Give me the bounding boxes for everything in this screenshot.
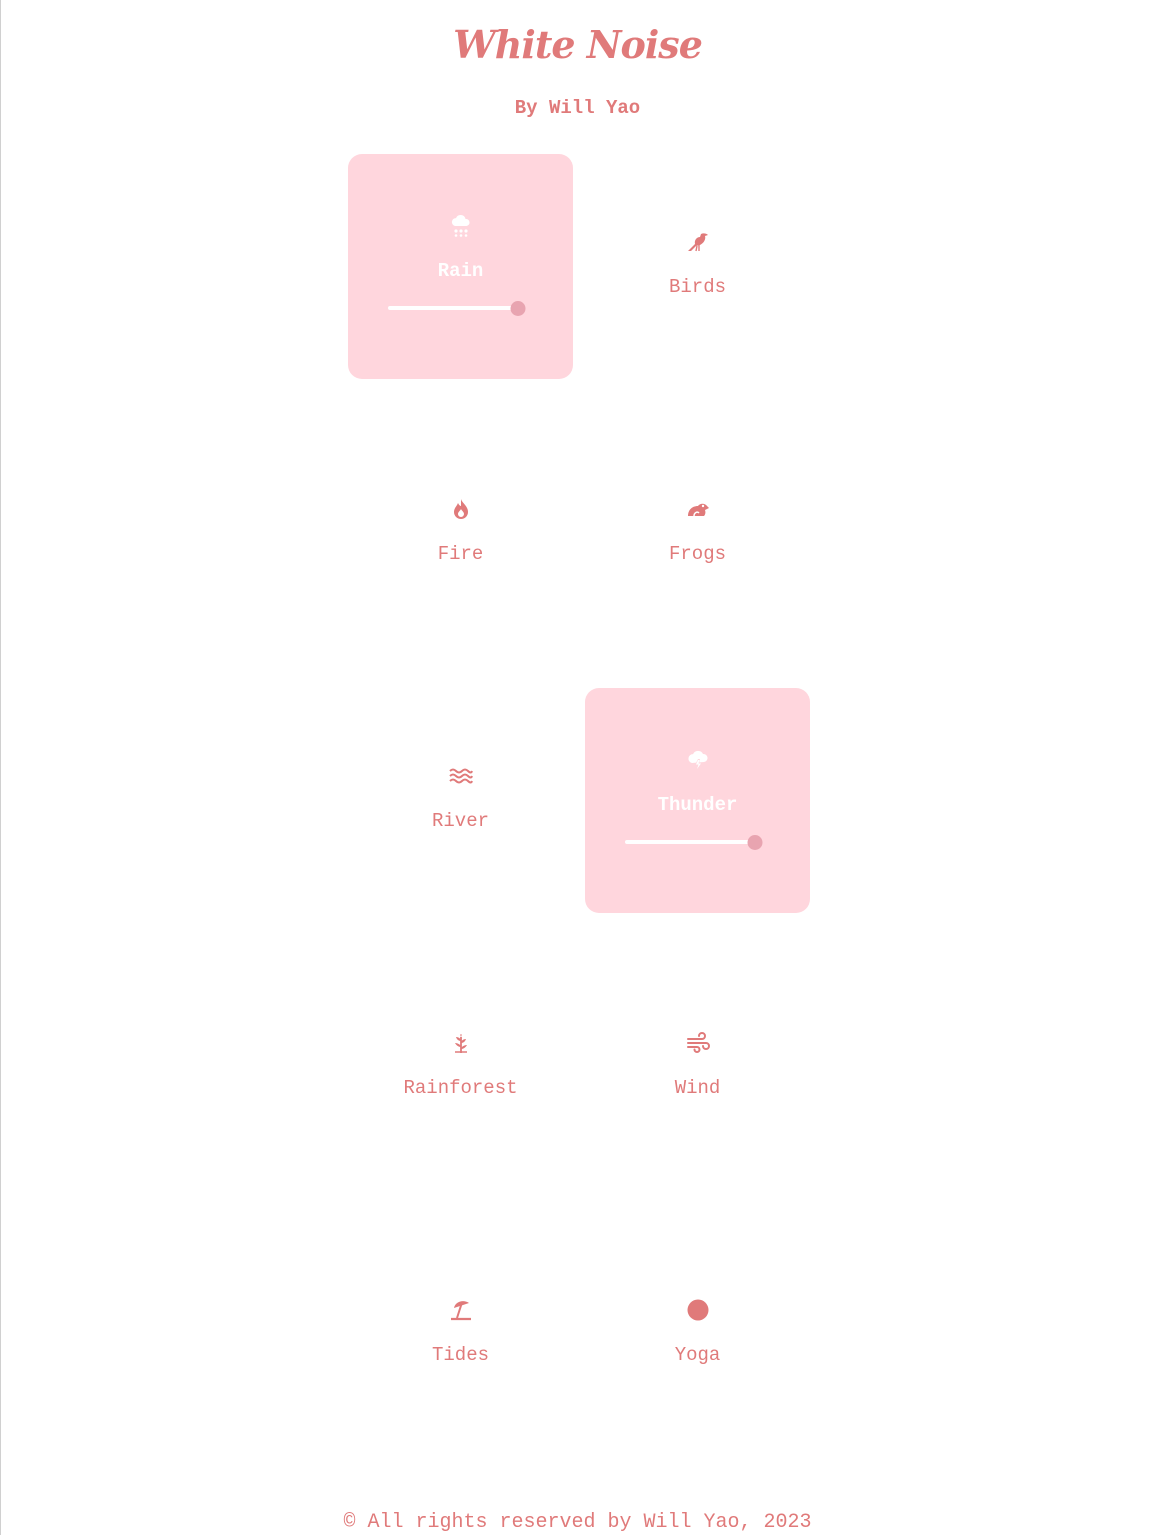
footer-copyright: © All rights reserved by Will Yao, 2023 bbox=[343, 1511, 812, 1534]
slider-track bbox=[388, 306, 525, 310]
slider-thumb[interactable] bbox=[747, 835, 763, 850]
cloud-bolt-icon bbox=[687, 750, 708, 771]
circle-icon bbox=[687, 1299, 708, 1321]
water-icon bbox=[448, 768, 473, 784]
sound-tile-thunder[interactable]: Thunder bbox=[585, 688, 810, 913]
sound-label: Rainforest bbox=[403, 1077, 518, 1099]
wind-icon bbox=[686, 1032, 710, 1053]
volume-slider[interactable] bbox=[388, 301, 533, 316]
sound-label: Birds bbox=[668, 276, 726, 298]
cloud-rain-icon bbox=[451, 215, 470, 237]
sound-label: Wind bbox=[674, 1077, 721, 1099]
sound-label: Fire bbox=[437, 543, 484, 565]
sound-tile-frogs[interactable]: Frogs bbox=[585, 421, 810, 646]
sound-tile-river[interactable]: River bbox=[348, 688, 573, 913]
sound-label: Tides bbox=[431, 1344, 489, 1366]
byline: By Will Yao bbox=[514, 97, 641, 119]
sound-tile-tides[interactable]: Tides bbox=[348, 1222, 573, 1447]
sound-tile-birds[interactable]: Birds bbox=[585, 154, 810, 379]
sound-tile-rain[interactable]: Rain bbox=[348, 154, 573, 379]
umbrella-beach-icon bbox=[450, 1301, 471, 1321]
fire-icon bbox=[453, 499, 468, 519]
sound-label: Frogs bbox=[668, 543, 726, 565]
sound-label: Yoga bbox=[674, 1344, 721, 1366]
sound-tile-fire[interactable]: Fire bbox=[348, 421, 573, 646]
sound-tile-yoga[interactable]: Yoga bbox=[585, 1222, 810, 1447]
sound-tile-rainforest[interactable]: Rainforest bbox=[348, 955, 573, 1180]
slider-track bbox=[625, 840, 762, 844]
sound-tile-wind[interactable]: Wind bbox=[585, 955, 810, 1180]
sound-label: River bbox=[431, 810, 489, 832]
frog-icon bbox=[687, 503, 709, 517]
sound-label: Rain bbox=[437, 260, 484, 282]
crow-icon bbox=[687, 233, 708, 252]
volume-slider[interactable] bbox=[625, 835, 770, 850]
app-title: White Noise bbox=[453, 22, 703, 67]
sound-label: Thunder bbox=[657, 794, 738, 816]
leaf-icon bbox=[454, 1034, 467, 1053]
slider-thumb[interactable] bbox=[510, 301, 526, 316]
